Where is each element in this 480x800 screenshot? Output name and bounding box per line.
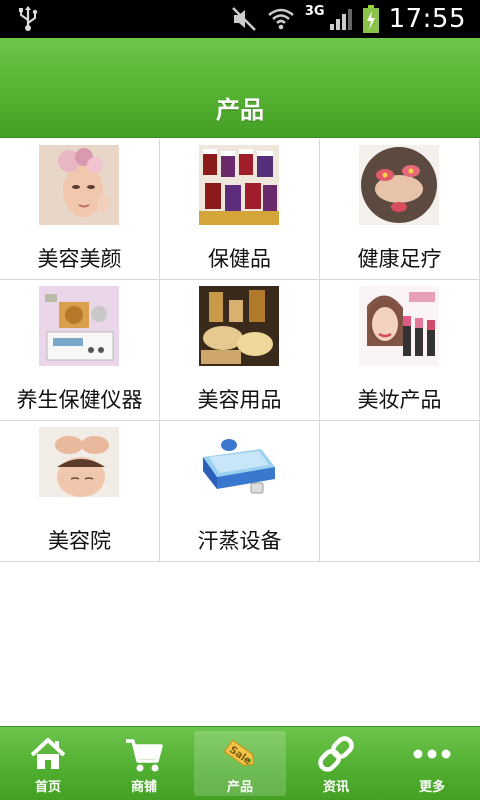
home-icon	[30, 738, 66, 769]
category-item[interactable]: 汗蒸设备	[160, 421, 320, 562]
category-label: 养生保健仪器	[16, 388, 143, 412]
status-bar: 3G 17:55	[0, 0, 480, 38]
clock: 17:55	[388, 4, 466, 34]
nav-label: 更多	[418, 780, 445, 795]
nav-label: 首页	[34, 780, 61, 795]
category-item[interactable]: 养生保健仪器	[0, 280, 160, 421]
more-icon	[413, 749, 451, 759]
mute-icon	[231, 7, 256, 31]
nav-item-more[interactable]: 更多	[384, 727, 480, 800]
spa-supplies-image	[199, 286, 279, 366]
usb-icon	[19, 6, 38, 31]
category-label: 健康足疗	[357, 247, 442, 271]
supplement-bottles-image	[199, 145, 279, 225]
category-item[interactable]: 美容美颜	[0, 139, 160, 280]
category-item[interactable]: 健康足疗	[320, 139, 480, 280]
category-label: 美容美颜	[37, 247, 122, 271]
foot-spa-image	[359, 145, 439, 225]
sauna-tub-image	[199, 427, 279, 507]
network-type: 3G	[304, 3, 325, 19]
category-label: 汗蒸设备	[197, 529, 282, 553]
empty-cell	[320, 421, 480, 562]
battery-charging-icon	[362, 5, 379, 33]
app-header: 产品	[0, 38, 480, 138]
category-item[interactable]: 美容院	[0, 421, 160, 562]
wifi-icon	[268, 8, 294, 30]
page-title: 产品	[216, 96, 264, 124]
category-grid: 美容美颜 保健品 健康足疗 养生保健仪器 美容用品 美妆产品 美容院 汗蒸设备	[0, 139, 480, 562]
category-item[interactable]: 美妆产品	[320, 280, 480, 421]
nav-item-news[interactable]: 资讯	[288, 727, 384, 800]
nav-item-products[interactable]: Sale 产品	[192, 727, 288, 800]
health-device-image	[39, 286, 119, 366]
nav-label: 资讯	[322, 780, 349, 795]
beauty-salon-image	[39, 427, 119, 507]
category-item[interactable]: 美容用品	[160, 280, 320, 421]
cart-icon	[126, 739, 163, 772]
category-label: 保健品	[208, 247, 271, 271]
signal-icon	[329, 9, 352, 30]
sale-tag-icon: Sale	[223, 739, 255, 767]
nav-item-home[interactable]: 首页	[0, 727, 96, 800]
category-label: 美容用品	[197, 388, 282, 412]
cosmetics-image	[359, 286, 439, 366]
nav-label: 商铺	[130, 780, 157, 795]
nav-item-shops[interactable]: 商铺	[96, 727, 192, 800]
category-label: 美容院	[48, 529, 111, 553]
bottom-nav: 首页 商铺 Sale 产品 资讯 更多	[0, 726, 480, 800]
link-icon	[318, 736, 354, 772]
beauty-face-image	[39, 145, 119, 225]
category-label: 美妆产品	[357, 388, 442, 412]
nav-label: 产品	[226, 780, 253, 795]
category-item[interactable]: 保健品	[160, 139, 320, 280]
